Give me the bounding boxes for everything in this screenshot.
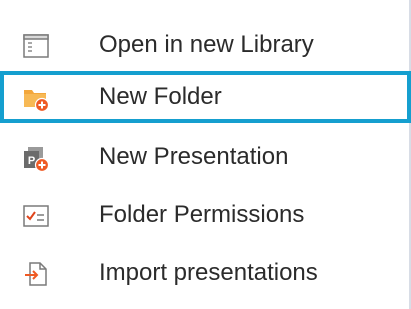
menu-item-label: Open in new Library	[99, 31, 314, 58]
menu-item-label: Import presentations	[99, 259, 318, 286]
menu-item-folder-permissions[interactable]: Folder Permissions	[0, 189, 411, 241]
menu-item-label: New Folder	[99, 83, 222, 110]
new-folder-icon	[24, 90, 50, 112]
permissions-checklist-icon	[23, 205, 49, 227]
context-menu: Open in new Library New Folder P New Pre…	[0, 0, 411, 309]
menu-item-import-presentations[interactable]: Import presentations	[0, 247, 411, 299]
menu-item-new-folder[interactable]: New Folder	[0, 71, 411, 123]
import-icon	[25, 262, 47, 286]
library-window-icon	[23, 34, 49, 58]
menu-item-label: New Presentation	[99, 143, 289, 170]
menu-item-new-presentation[interactable]: P New Presentation	[0, 131, 411, 183]
svg-text:P: P	[28, 155, 35, 167]
new-presentation-icon: P	[24, 147, 50, 172]
menu-item-open-in-new-library[interactable]: Open in new Library	[0, 19, 411, 71]
menu-item-label: Folder Permissions	[99, 201, 305, 228]
